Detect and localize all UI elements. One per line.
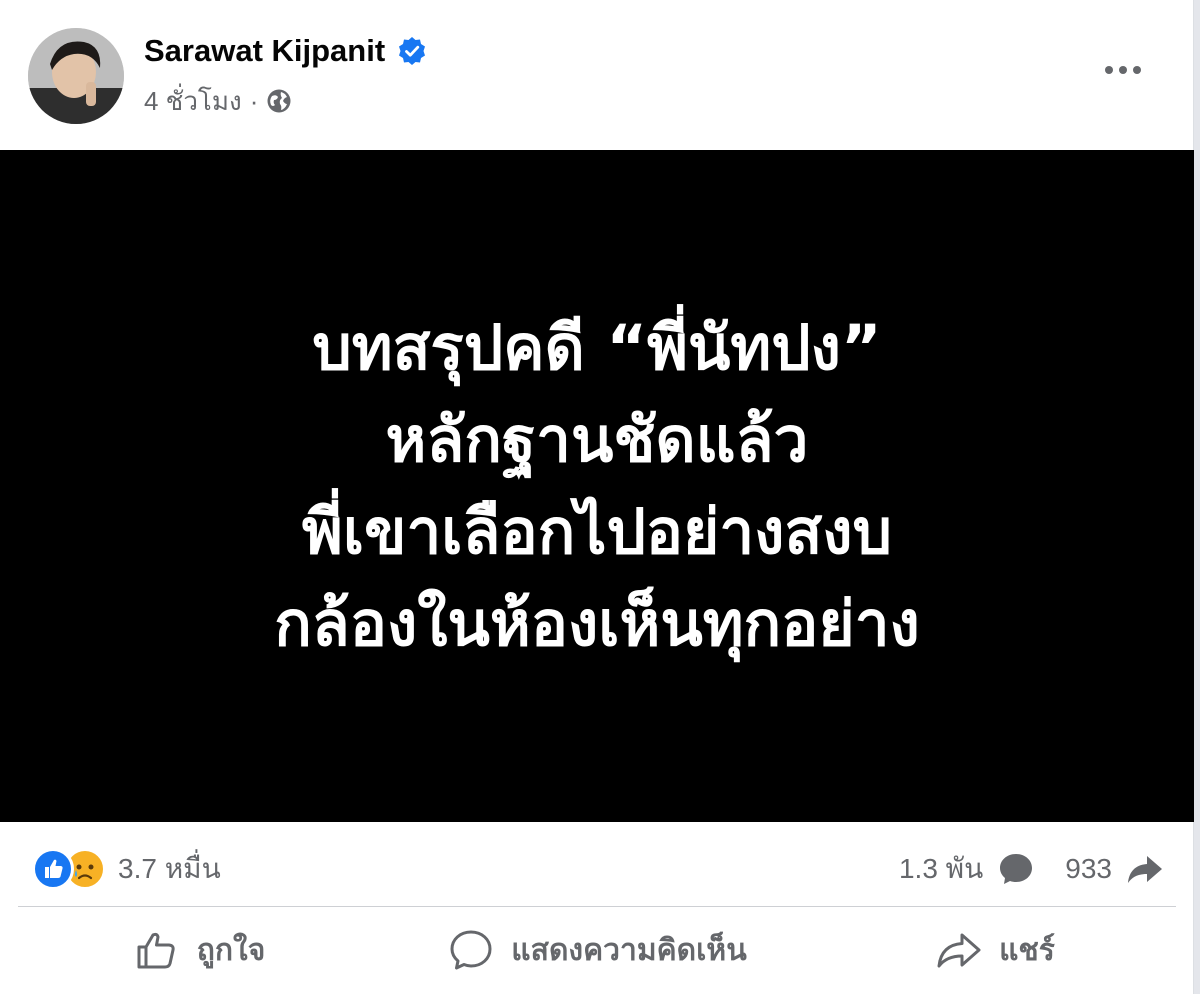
comments-count[interactable]: 1.3 พัน [899, 847, 983, 891]
like-reaction-icon [32, 848, 74, 890]
author-name[interactable]: Sarawat Kijpanit [144, 33, 385, 69]
share-icon [935, 926, 983, 974]
comment-icon [447, 926, 495, 974]
divider [18, 906, 1176, 907]
verified-badge-icon [397, 36, 427, 66]
more-options-icon[interactable] [1096, 48, 1150, 92]
share-label: แชร์ [999, 933, 1055, 967]
engagement-counts: 1.3 พัน 933 [899, 846, 1164, 892]
reactions-count[interactable]: 3.7 หมื่น [118, 847, 221, 891]
more-dot [1105, 66, 1113, 74]
like-button[interactable]: ถูกใจ [0, 912, 398, 988]
post-timestamp[interactable]: 4 ชั่วโมง [144, 81, 242, 122]
comment-label: แสดงความคิดเห็น [511, 933, 747, 967]
profile-photo [28, 28, 124, 124]
like-label: ถูกใจ [196, 933, 266, 967]
comment-button[interactable]: แสดงความคิดเห็น [398, 912, 796, 988]
shares-count[interactable]: 933 [1065, 853, 1112, 885]
more-dot [1133, 66, 1141, 74]
comment-count-icon [997, 850, 1035, 888]
thumbs-up-icon [133, 926, 181, 974]
media-text-line: กล้องในห้องเห็นทุกอย่าง [274, 587, 920, 660]
share-count-icon [1126, 850, 1164, 888]
page-edge [1194, 0, 1200, 994]
avatar[interactable] [28, 28, 124, 124]
reaction-summary[interactable]: 3.7 หมื่น [32, 846, 221, 892]
meta-separator: · [249, 85, 259, 116]
action-bar: ถูกใจ แสดงความคิดเห็น แชร์ [0, 912, 1194, 988]
facebook-post: Sarawat Kijpanit 4 ชั่วโมง · บทสรุปคดี “… [0, 0, 1194, 994]
media-text-line: พี่เขาเลือกไปอย่างสงบ [302, 495, 892, 568]
post-media[interactable]: บทสรุปคดี “พี่นัทปง” หลักฐานชัดแล้ว พี่เ… [0, 150, 1194, 822]
media-text-line: บทสรุปคดี “พี่นัทปง” [312, 311, 882, 384]
post-meta: 4 ชั่วโมง · [144, 82, 292, 120]
more-dot [1119, 66, 1127, 74]
media-text-line: หลักฐานชัดแล้ว [385, 403, 809, 476]
share-button[interactable]: แชร์ [796, 912, 1194, 988]
globe-icon[interactable] [266, 88, 292, 114]
author-row: Sarawat Kijpanit [144, 28, 427, 74]
post-stats: 3.7 หมื่น 1.3 พัน 933 [0, 836, 1194, 902]
